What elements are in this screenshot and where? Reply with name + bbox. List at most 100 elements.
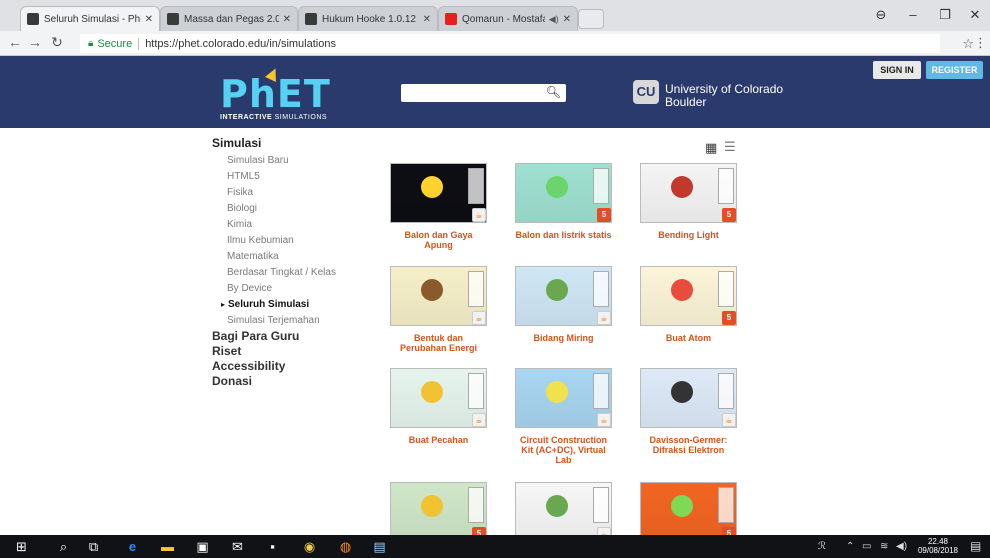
simulation-title[interactable]: Buat Pecahan bbox=[390, 435, 487, 445]
simulation-thumbnail[interactable]: ☕︎ bbox=[390, 368, 487, 428]
restore-button[interactable]: ❐ bbox=[934, 7, 956, 23]
simulation-thumbnail[interactable]: ☕︎ bbox=[640, 368, 737, 428]
task-view-icon[interactable]: ⧉ bbox=[86, 539, 101, 554]
sidebar-item-simulasi-terjemahan[interactable]: Simulasi Terjemahan bbox=[212, 313, 362, 329]
windows-start-icon[interactable]: ⊞ bbox=[14, 539, 29, 554]
window-close-button[interactable]: ✕ bbox=[964, 7, 986, 23]
close-icon[interactable]: ✕ bbox=[423, 14, 431, 25]
sidebar-section-bagi-para-guru[interactable]: Bagi Para Guru bbox=[212, 329, 362, 344]
sidebar-item-ilmu-kebumian[interactable]: Ilmu Kebumian bbox=[212, 233, 362, 249]
list-view-icon[interactable]: ☰ bbox=[724, 139, 736, 155]
simulation-thumbnail[interactable]: 5 bbox=[640, 163, 737, 223]
simulation-title[interactable]: Bidang Miring bbox=[515, 333, 612, 343]
simulation-card[interactable]: ☕︎ Bidang Miring bbox=[515, 266, 612, 343]
simulation-thumbnail[interactable]: ☕︎ bbox=[390, 163, 487, 223]
simulation-title[interactable]: Davisson-Germer: Difraksi Elektron bbox=[640, 435, 737, 455]
simulation-thumbnail[interactable]: ☕︎ bbox=[515, 482, 612, 542]
wifi-icon[interactable]: ≋ bbox=[880, 541, 888, 552]
volume-icon[interactable]: ◀) bbox=[896, 541, 907, 552]
thumbnail-control-panel bbox=[468, 487, 484, 523]
thumbnail-control-panel bbox=[718, 271, 734, 307]
sidebar-heading[interactable]: Simulasi bbox=[212, 136, 362, 150]
browser-tab-strip: Seluruh Simulasi - PhET S ✕ Massa dan Pe… bbox=[0, 0, 990, 31]
simulation-card[interactable]: ☕︎ Buat Pecahan bbox=[390, 368, 487, 445]
edge-browser-icon[interactable]: e bbox=[125, 539, 140, 554]
sidebar-item-kimia[interactable]: Kimia bbox=[212, 217, 362, 233]
sidebar-item-berdasar-tingkat[interactable]: Berdasar Tingkat / Kelas bbox=[212, 265, 362, 281]
people-icon[interactable]: ℛ bbox=[818, 541, 826, 552]
sidebar-section-accessibility[interactable]: Accessibility bbox=[212, 359, 362, 374]
close-icon[interactable]: ✕ bbox=[145, 14, 153, 25]
new-tab-button[interactable] bbox=[578, 9, 604, 29]
simulation-thumbnail[interactable]: 5 bbox=[640, 266, 737, 326]
store-icon[interactable]: ▣ bbox=[195, 539, 210, 554]
notifications-icon[interactable]: ▤ bbox=[970, 539, 981, 553]
search-icon[interactable]: ⌕ bbox=[56, 539, 71, 554]
address-bar[interactable]: 🔒︎ Secure https://phet.colorado.edu/in/s… bbox=[80, 34, 940, 53]
simulation-title[interactable]: Balon dan Gaya Apung bbox=[390, 230, 487, 250]
simulation-card[interactable]: ☕︎ Davisson-Germer: Difraksi Elektron bbox=[640, 368, 737, 455]
sidebar-item-matematika[interactable]: Matematika bbox=[212, 249, 362, 265]
app-icon[interactable]: ▪ bbox=[265, 539, 280, 554]
simulation-title[interactable]: Circuit Construction Kit (AC+DC), Virtua… bbox=[515, 435, 612, 465]
register-button[interactable]: REGISTER bbox=[926, 61, 983, 79]
close-icon[interactable]: ✕ bbox=[283, 14, 291, 25]
thumbnail-object bbox=[421, 495, 443, 517]
simulation-card[interactable]: 5 Buat Atom bbox=[640, 266, 737, 343]
sidebar-item-fisika[interactable]: Fisika bbox=[212, 185, 362, 201]
grid-view-icon[interactable]: ▦ bbox=[705, 140, 717, 156]
java-badge-icon: ☕︎ bbox=[472, 208, 486, 222]
battery-icon[interactable]: ▭ bbox=[862, 541, 871, 552]
simulation-thumbnail[interactable]: ☕︎ bbox=[515, 266, 612, 326]
chrome-icon[interactable]: ◉ bbox=[302, 539, 317, 554]
reload-icon[interactable]: ↻ bbox=[48, 34, 66, 51]
simulation-card[interactable]: 5 Bending Light bbox=[640, 163, 737, 240]
simulation-card[interactable]: ☕︎ Balon dan Gaya Apung bbox=[390, 163, 487, 250]
sign-in-button[interactable]: SIGN IN bbox=[873, 61, 921, 79]
taskbar-clock[interactable]: 22.48 09/08/2018 bbox=[913, 537, 963, 555]
simulation-thumbnail[interactable]: ☕︎ bbox=[390, 266, 487, 326]
back-arrow-icon[interactable]: ← bbox=[6, 34, 24, 50]
sidebar-section-riset[interactable]: Riset bbox=[212, 344, 362, 359]
file-explorer-icon[interactable]: ▬ bbox=[160, 539, 175, 554]
search-icon[interactable]: 🔍︎ bbox=[546, 85, 561, 99]
university-name[interactable]: University of Colorado Boulder bbox=[665, 83, 783, 109]
speaker-icon[interactable]: ◀) bbox=[549, 14, 559, 25]
sidebar-section-donasi[interactable]: Donasi bbox=[212, 374, 362, 389]
document-app-icon[interactable]: ▤ bbox=[372, 539, 387, 554]
firefox-icon[interactable]: ◍ bbox=[338, 539, 353, 554]
close-icon[interactable]: ✕ bbox=[563, 14, 571, 25]
simulation-thumbnail[interactable]: 5 bbox=[640, 482, 737, 542]
simulation-card[interactable]: ☕︎ Circuit Construction Kit (AC+DC), Virt… bbox=[515, 368, 612, 465]
tab-qomarun[interactable]: Qomarun - Mostafa A ◀) ✕ bbox=[438, 6, 578, 31]
sidebar-item-simulasi-baru[interactable]: Simulasi Baru bbox=[212, 153, 362, 169]
simulation-card[interactable]: ☕︎ Bentuk dan Perubahan Energi bbox=[390, 266, 487, 353]
thumbnail-control-panel bbox=[593, 168, 609, 204]
profile-icon[interactable]: ⊖ bbox=[870, 7, 892, 23]
simulation-thumbnail[interactable]: 5 bbox=[515, 163, 612, 223]
tab-massa-dan-pegas[interactable]: Massa dan Pegas 2.03 ✕ bbox=[160, 6, 298, 31]
bookmark-star-icon[interactable]: ☆ bbox=[962, 36, 974, 52]
simulation-title[interactable]: Buat Atom bbox=[640, 333, 737, 343]
sidebar-item-html5[interactable]: HTML5 bbox=[212, 169, 362, 185]
minimize-button[interactable]: – bbox=[902, 7, 924, 22]
simulation-title[interactable]: Balon dan listrik statis bbox=[515, 230, 612, 240]
mail-icon[interactable]: ✉ bbox=[230, 539, 245, 554]
simulation-title[interactable]: Bending Light bbox=[640, 230, 737, 240]
phet-favicon-icon bbox=[305, 13, 317, 25]
sidebar-item-seluruh-simulasi[interactable]: ▸ Seluruh Simulasi bbox=[212, 297, 362, 313]
search-input[interactable]: 🔍︎ bbox=[401, 84, 566, 102]
phet-logo[interactable]: PhET INTERACTIVE SIMULATIONS bbox=[220, 66, 340, 124]
forward-arrow-icon[interactable]: → bbox=[26, 34, 44, 50]
simulation-title[interactable]: Bentuk dan Perubahan Energi bbox=[390, 333, 487, 353]
thumbnail-object bbox=[671, 381, 693, 403]
simulation-thumbnail[interactable]: 5 bbox=[390, 482, 487, 542]
tab-hukum-hooke[interactable]: Hukum Hooke 1.0.12 ✕ bbox=[298, 6, 438, 31]
simulation-card[interactable]: 5 Balon dan listrik statis bbox=[515, 163, 612, 240]
sidebar-item-biologi[interactable]: Biologi bbox=[212, 201, 362, 217]
tab-seluruh-simulasi[interactable]: Seluruh Simulasi - PhET S ✕ bbox=[20, 6, 160, 31]
sidebar-item-by-device[interactable]: By Device bbox=[212, 281, 362, 297]
menu-kebab-icon[interactable]: ⋮ bbox=[974, 35, 987, 51]
simulation-thumbnail[interactable]: ☕︎ bbox=[515, 368, 612, 428]
chevron-up-icon[interactable]: ⌃ bbox=[846, 541, 854, 552]
